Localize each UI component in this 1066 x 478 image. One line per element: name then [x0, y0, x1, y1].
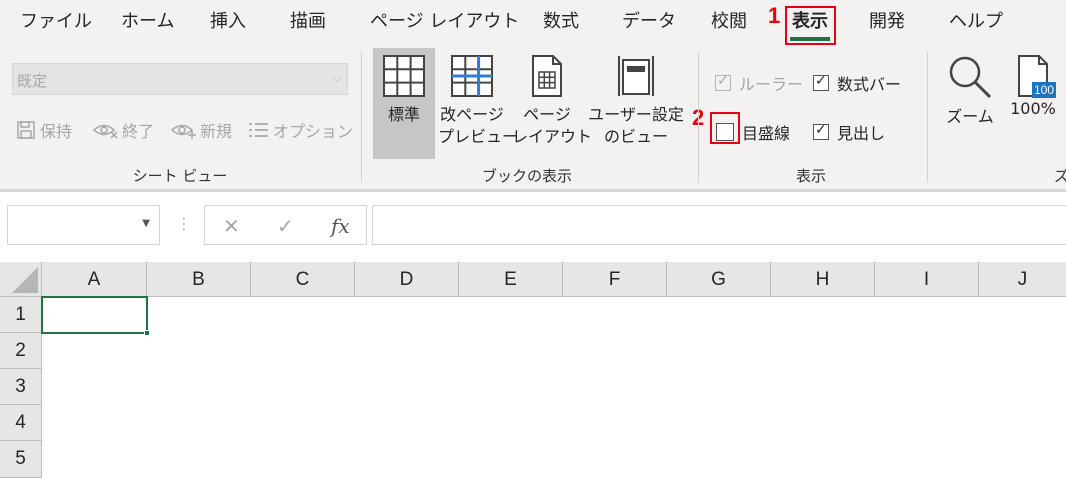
page-break-preview-label-2: プレビュー — [438, 127, 519, 146]
magnifier-icon — [949, 56, 992, 99]
show-group-label: 表示 — [795, 167, 826, 185]
group-divider — [698, 52, 699, 182]
group-divider — [927, 52, 928, 182]
column-header-d[interactable]: D — [355, 262, 459, 297]
eye-add-icon — [170, 124, 196, 139]
tab-developer[interactable]: 開発 — [869, 10, 905, 34]
column-header-e[interactable]: E — [459, 262, 563, 297]
page-layout-button[interactable]: ページ レイアウト — [512, 48, 593, 148]
ruler-checkbox[interactable]: ✓ ルーラー — [715, 71, 803, 95]
column-header-a[interactable]: A — [42, 262, 147, 297]
group-divider — [361, 52, 362, 182]
column-header-b[interactable]: B — [147, 262, 251, 297]
callout-box-view-tab — [785, 6, 836, 45]
new-view-button[interactable]: 新規 — [170, 118, 232, 142]
row-header-3[interactable]: 3 — [0, 369, 42, 405]
ribbon-bottom-border — [0, 189, 1066, 192]
keep-button[interactable]: 保持 — [16, 118, 72, 142]
page-break-preview-button[interactable]: 改ページ プレビュー — [438, 48, 519, 148]
callout-number-1: 1 — [768, 3, 781, 28]
insert-function-icon[interactable]: fx — [331, 214, 350, 238]
tab-data[interactable]: データ — [622, 10, 676, 34]
enter-icon[interactable]: ✓ — [277, 214, 294, 238]
page-break-preview-label-1: 改ページ — [440, 105, 504, 124]
select-all-button[interactable] — [0, 262, 42, 297]
formula-bar-resize-handle[interactable]: ⋮ — [176, 214, 192, 233]
normal-view-button[interactable]: 標準 — [373, 48, 435, 159]
zoom-100-icon-badge: 100 — [1032, 82, 1057, 98]
exit-button[interactable]: 終了 — [92, 118, 154, 142]
zoom-label: ズーム — [946, 107, 994, 126]
tab-formulas[interactable]: 数式 — [543, 10, 579, 34]
zoom-100-label: 100% — [1010, 99, 1056, 118]
tab-home[interactable]: ホーム — [121, 10, 174, 34]
sheet-view-select[interactable]: 既定 ⌵ — [12, 63, 348, 95]
column-header-h[interactable]: H — [771, 262, 875, 297]
formula-bar-checkbox-box: ✓ — [813, 73, 829, 91]
custom-views-icon — [618, 56, 654, 96]
formula-bar-buttons: ✕ ✓ fx — [204, 205, 367, 245]
tab-draw[interactable]: 描画 — [290, 10, 326, 34]
ruler-label: ルーラー — [739, 75, 804, 94]
options-button[interactable]: オプション — [247, 118, 353, 142]
custom-views-label-1: ユーザー設定 — [588, 105, 684, 124]
sheet-view-select-value: 既定 — [17, 72, 48, 90]
formula-input[interactable] — [372, 205, 1066, 245]
ruler-checkbox-box: ✓ — [715, 73, 731, 91]
checkmark-icon: ✓ — [815, 73, 827, 89]
fill-handle[interactable] — [144, 330, 150, 336]
checkmark-icon: ✓ — [815, 122, 827, 138]
chevron-down-icon: ⌵ — [332, 72, 341, 85]
zoom-100-icon: 100 — [1011, 54, 1057, 98]
custom-views-button[interactable]: ユーザー設定 のビュー — [586, 48, 686, 148]
normal-view-icon — [383, 55, 425, 97]
name-box[interactable]: ▼ — [7, 205, 160, 245]
checkmark-icon: ✓ — [717, 73, 729, 89]
formula-bar-checkbox[interactable]: ✓ 数式バー — [813, 71, 901, 95]
tab-review[interactable]: 校閲 — [711, 10, 747, 34]
chevron-down-icon: ▼ — [142, 218, 150, 229]
row-header-4[interactable]: 4 — [0, 405, 42, 441]
column-header-g[interactable]: G — [667, 262, 771, 297]
headings-checkbox[interactable]: ✓ 見出し — [813, 120, 885, 144]
gridlines-label: 目盛線 — [742, 124, 791, 143]
column-header-i[interactable]: I — [875, 262, 979, 297]
zoom-button[interactable]: ズーム — [942, 48, 998, 128]
page-layout-label-2: レイアウト — [512, 127, 593, 146]
page-break-preview-icon — [451, 55, 493, 97]
headings-checkbox-box: ✓ — [813, 122, 829, 140]
cancel-icon[interactable]: ✕ — [223, 214, 240, 238]
workbook-views-group-label: ブックの表示 — [481, 167, 572, 185]
zoom-100-button[interactable]: 100 100% — [1004, 48, 1062, 120]
page-layout-label-1: ページ — [523, 105, 571, 124]
options-button-label: オプション — [273, 122, 354, 141]
row-header-1[interactable]: 1 — [0, 297, 42, 333]
page-layout-icon — [532, 55, 562, 97]
sheet-view-group-label: シート ビュー — [132, 167, 228, 185]
exit-button-label: 終了 — [122, 122, 155, 141]
column-header-c[interactable]: C — [251, 262, 355, 297]
new-view-button-label: 新規 — [200, 122, 233, 141]
row-header-5[interactable]: 5 — [0, 441, 42, 478]
tab-file[interactable]: ファイル — [20, 10, 92, 34]
normal-view-label: 標準 — [387, 105, 420, 124]
custom-views-label-2: のビュー — [603, 127, 668, 146]
keep-button-label: 保持 — [40, 122, 73, 141]
tab-insert[interactable]: 挿入 — [210, 10, 246, 34]
headings-label: 見出し — [837, 124, 886, 143]
column-header-f[interactable]: F — [563, 262, 667, 297]
list-icon — [249, 123, 268, 137]
selected-cell-a1[interactable] — [41, 296, 148, 334]
gridlines-checkbox-box — [716, 123, 734, 141]
zoom-group-label: ズ — [1054, 167, 1066, 185]
tab-page-layout[interactable]: ページ レイアウト — [370, 10, 519, 34]
save-icon — [17, 121, 35, 139]
gridlines-checkbox[interactable]: 目盛線 — [716, 120, 790, 144]
eye-close-icon — [92, 124, 118, 139]
tab-help[interactable]: ヘルプ — [949, 10, 1003, 34]
column-header-j[interactable]: J — [979, 262, 1066, 297]
formula-bar-label: 数式バー — [837, 75, 902, 94]
row-header-2[interactable]: 2 — [0, 333, 42, 369]
